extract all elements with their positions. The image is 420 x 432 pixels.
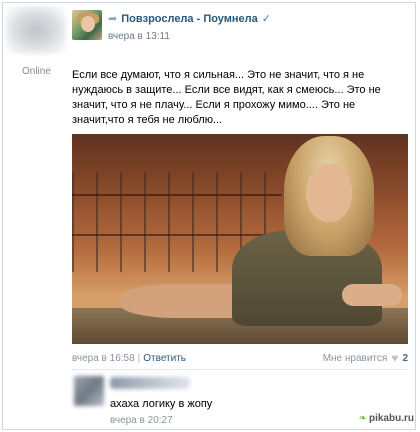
heart-icon: ♥	[391, 351, 399, 365]
photo-face	[306, 164, 352, 222]
online-status: Online	[22, 66, 51, 77]
comment-text: ахаха логику в жопу	[110, 398, 213, 410]
post-timestamp[interactable]: вчера в 13:11	[108, 31, 170, 42]
comment-timestamp[interactable]: вчера в 20:27	[110, 415, 173, 426]
photo-fence-wire	[72, 194, 282, 196]
post-photo[interactable]	[72, 134, 408, 344]
pikabu-leaf-icon: ❧	[358, 413, 367, 424]
watermark-text: pikabu.ru	[368, 413, 414, 424]
post-footer: вчера в 16:58 | Ответить Мне нравится ♥ …	[72, 351, 408, 365]
avatar-face	[81, 16, 95, 32]
comment-avatar[interactable]	[74, 376, 104, 406]
post-footer-time[interactable]: вчера в 16:58	[72, 353, 135, 364]
reply-link[interactable]: Ответить	[143, 353, 186, 364]
like-count: 2	[402, 352, 408, 364]
like-label: Мне нравится	[322, 352, 388, 364]
post-header: ➦ Повзрослела - Поумнела ✓	[108, 12, 272, 26]
photo-fence-wire	[72, 234, 282, 236]
share-arrow-icon: ➦	[108, 13, 118, 25]
comment-divider	[72, 369, 408, 370]
footer-separator: |	[137, 352, 141, 364]
post-author-link[interactable]: Повзрослела - Поумнела	[121, 13, 258, 25]
blurred-user-avatar	[6, 6, 66, 54]
photo-arm	[342, 284, 402, 306]
pikabu-watermark: ❧ pikabu.ru	[359, 413, 414, 424]
community-avatar[interactable]	[72, 10, 102, 40]
post-text: Если все думают, что я сильная... Это не…	[72, 69, 381, 126]
checkmark-icon: ✓	[261, 13, 272, 25]
like-button[interactable]: Мне нравится ♥ 2	[323, 351, 408, 365]
blurred-comment-author	[110, 377, 190, 389]
